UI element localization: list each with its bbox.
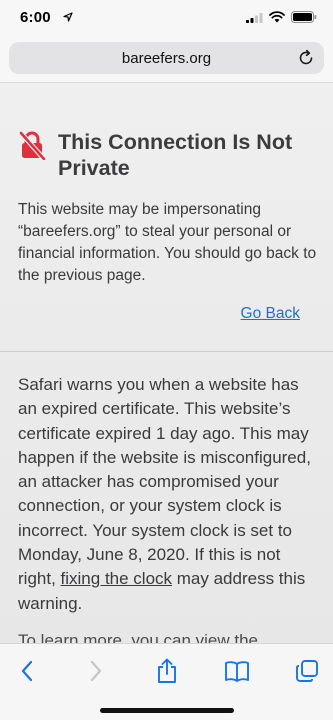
reload-icon[interactable] <box>297 49 315 67</box>
safari-screen: 6:00 bareefers.org This Connection Is No… <box>0 0 333 720</box>
lock-slash-warning-icon <box>19 131 46 160</box>
go-back-link[interactable]: Go Back <box>241 305 300 323</box>
address-bar-area: bareefers.org <box>0 40 333 83</box>
wifi-icon <box>269 11 285 23</box>
location-arrow-icon <box>63 12 73 22</box>
status-indicators <box>246 11 317 23</box>
warning-message: This website may be impersonating “baree… <box>18 201 317 284</box>
status-bar: 6:00 <box>0 0 333 40</box>
bottom-toolbar <box>0 643 333 720</box>
details-text: Safari warns you when a website has an e… <box>18 375 311 589</box>
home-indicator[interactable] <box>99 708 234 713</box>
share-button[interactable] <box>154 658 180 684</box>
warning-title: This Connection Is Not Private <box>58 130 293 180</box>
section-divider <box>0 351 333 352</box>
battery-icon <box>291 11 317 23</box>
warning-page: This Connection Is Not Private This webs… <box>0 83 333 643</box>
tabs-icon <box>296 660 318 682</box>
address-bar[interactable]: bareefers.org <box>9 42 324 74</box>
status-time: 6:00 <box>20 9 51 26</box>
warning-details: Safari warns you when a website has an e… <box>18 373 316 616</box>
back-icon <box>21 660 33 682</box>
forward-button[interactable] <box>83 658 109 684</box>
fixing-the-clock-link[interactable]: fixing the clock <box>61 569 173 588</box>
cellular-signal-icon <box>246 12 263 23</box>
share-icon <box>158 658 176 683</box>
forward-icon <box>90 660 102 682</box>
back-button[interactable] <box>14 658 40 684</box>
details-next-line: To learn more, you can view the <box>18 631 259 643</box>
url-domain[interactable]: bareefers.org <box>9 50 324 67</box>
bookmarks-button[interactable] <box>224 658 250 684</box>
tabs-button[interactable] <box>294 658 320 684</box>
bookmarks-icon <box>225 661 249 682</box>
